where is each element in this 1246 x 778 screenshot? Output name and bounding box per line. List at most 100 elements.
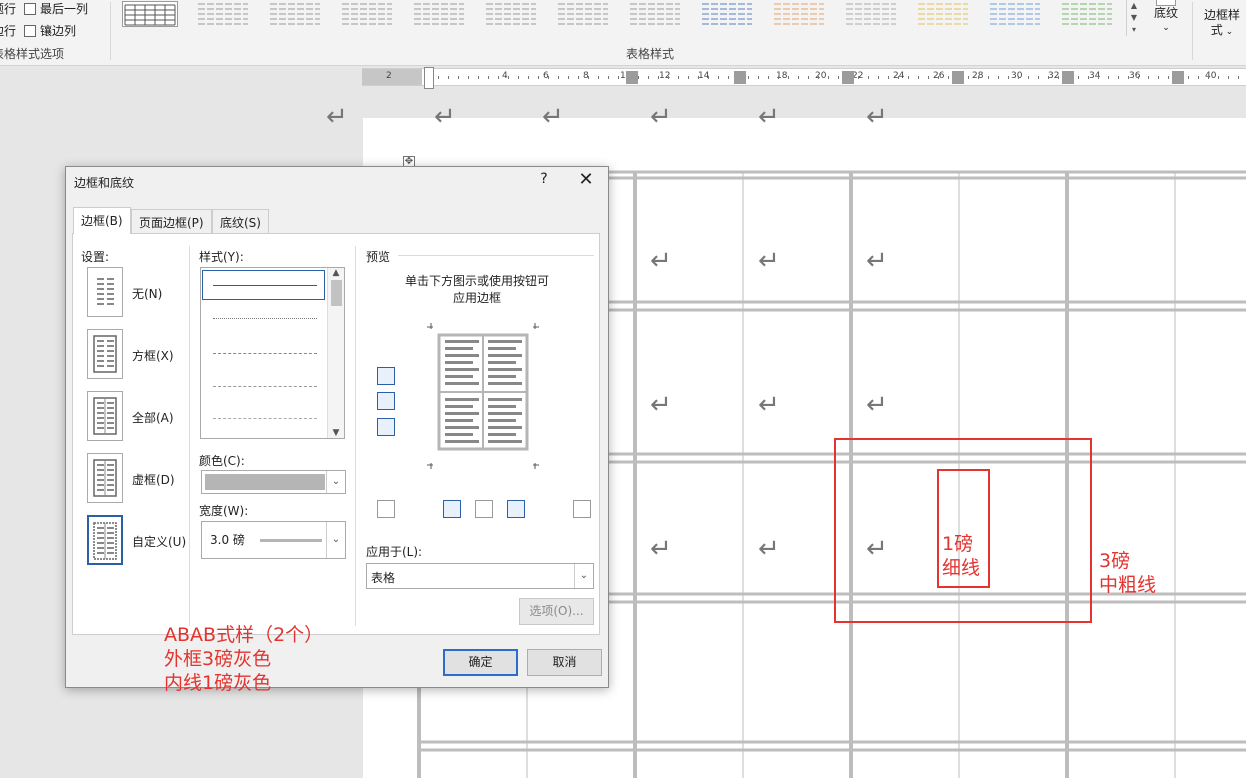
last-column-label: 最后一列 (40, 2, 89, 16)
table-style-swatch[interactable] (484, 1, 540, 27)
ruler-tick (798, 76, 799, 79)
banded-columns-checkbox[interactable] (24, 25, 36, 37)
gallery-more-arrow[interactable]: ▾ (1127, 24, 1141, 36)
scroll-thumb[interactable] (330, 280, 342, 306)
preview-diagram[interactable] (427, 323, 539, 469)
ruler-tick (788, 76, 789, 79)
table-style-swatch[interactable] (628, 1, 684, 27)
ruler-tick (1208, 76, 1209, 79)
last-column-checkbox[interactable] (24, 3, 36, 15)
scroll-up-icon[interactable]: ▲ (328, 268, 344, 278)
setting-grid-label[interactable]: 虚框(D) (132, 471, 175, 488)
table-style-swatch[interactable] (556, 1, 612, 27)
table-style-swatch[interactable] (916, 1, 972, 27)
style-long-dash-item[interactable] (213, 386, 317, 387)
table-style-swatch[interactable] (340, 1, 396, 27)
column-marker[interactable] (842, 71, 854, 84)
top-border-button[interactable] (377, 367, 395, 385)
shading-button[interactable]: 底纹 ⌄ (1146, 0, 1186, 36)
inside-horizontal-border-button[interactable] (377, 392, 395, 410)
diagonal-down-border-button[interactable] (573, 500, 591, 518)
table-style-swatch[interactable] (988, 1, 1044, 27)
ruler-label: 40 (1205, 71, 1217, 81)
paragraph-mark-icon: ↵ (866, 246, 888, 276)
gallery-up-arrow[interactable]: ▲ (1127, 0, 1141, 12)
tab-shading[interactable]: 底纹(S) (212, 209, 269, 233)
setting-box-label[interactable]: 方框(X) (132, 347, 174, 364)
ruler-tick (1228, 76, 1229, 79)
setting-none-label[interactable]: 无(N) (132, 285, 162, 302)
paragraph-mark-icon: ↵ (650, 534, 672, 564)
table-style-swatch[interactable] (700, 1, 756, 27)
style-dash-item[interactable] (213, 353, 317, 354)
style-listbox[interactable]: ▲ ▼ (200, 267, 345, 439)
indent-marker[interactable] (424, 67, 434, 89)
style-dash-dot-item[interactable] (213, 418, 317, 419)
width-select[interactable]: 3.0 磅 ⌄ (201, 521, 346, 559)
gallery-scrollbar[interactable]: ▲ ▼ ▾ (1126, 0, 1140, 36)
ruler-tick (448, 76, 449, 79)
color-select[interactable]: ⌄ (201, 470, 346, 494)
ok-button[interactable]: 确定 (443, 649, 518, 676)
table-style-swatch[interactable] (196, 1, 252, 27)
tab-borders[interactable]: 边框(B) (73, 207, 131, 234)
banded-rows-option[interactable]: 边行 (0, 22, 16, 39)
chevron-down-icon[interactable]: ⌄ (326, 471, 345, 493)
options-button[interactable]: 选项(O)... (519, 598, 594, 625)
setting-all-icon[interactable] (87, 391, 123, 441)
style-scrollbar[interactable]: ▲ ▼ (327, 268, 344, 438)
width-value: 3.0 磅 (210, 533, 245, 547)
setting-grid-icon[interactable] (87, 453, 123, 503)
cancel-button[interactable]: 取消 (527, 649, 602, 676)
tab-panel: 设置: 样式(Y): ▲ ▼ 颜色(C): ⌄ 宽度(W): 3.0 磅 ⌄ 预… (72, 233, 600, 635)
table-style-swatch[interactable] (844, 1, 900, 27)
horizontal-ruler[interactable]: 24681012141820222426283032343640 (362, 67, 1246, 89)
column-marker[interactable] (1172, 71, 1184, 84)
chevron-down-icon[interactable]: ⌄ (326, 522, 345, 558)
setting-custom-label[interactable]: 自定义(U) (132, 533, 186, 550)
setting-none-icon[interactable] (87, 267, 123, 317)
paragraph-mark-icon: ↵ (326, 102, 348, 132)
tab-page-border[interactable]: 页面边框(P) (131, 209, 212, 233)
column-marker[interactable] (626, 71, 638, 84)
table-style-swatch[interactable] (412, 1, 468, 27)
column-marker[interactable] (952, 71, 964, 84)
table-style-swatch[interactable] (1060, 1, 1116, 27)
setting-box-icon[interactable] (87, 329, 123, 379)
ruler-tick (928, 76, 929, 79)
ruler-tick (938, 76, 939, 79)
bottom-border-button[interactable] (377, 418, 395, 436)
scroll-down-icon[interactable]: ▼ (328, 428, 344, 438)
table-style-swatch[interactable] (268, 1, 324, 27)
chevron-down-icon[interactable]: ⌄ (574, 564, 593, 588)
ruler-tick (978, 76, 979, 79)
diagonal-up-border-button[interactable] (377, 500, 395, 518)
paragraph-mark-icon: ↵ (758, 246, 780, 276)
close-button[interactable]: ✕ (574, 169, 598, 190)
style-solid-item[interactable] (213, 285, 317, 286)
ruler-tick (618, 76, 619, 79)
header-row-option[interactable]: 题行 (0, 0, 16, 17)
table-styles-gallery (116, 0, 1142, 36)
chevron-down-icon: ⌄ (1222, 27, 1234, 37)
right-border-button[interactable] (507, 500, 525, 518)
preview-hint-2: 应用边框 (453, 291, 502, 305)
ruler-tick (1168, 76, 1169, 79)
table-style-swatch[interactable] (122, 1, 178, 27)
table-style-swatch[interactable] (772, 1, 828, 27)
column-marker[interactable] (1062, 71, 1074, 84)
setting-all-label[interactable]: 全部(A) (132, 409, 174, 426)
style-dotted-item[interactable] (213, 318, 317, 319)
column-marker[interactable] (734, 71, 746, 84)
last-column-option[interactable]: 最后一列 (24, 0, 88, 17)
help-button[interactable]: ? (534, 171, 554, 187)
left-border-button[interactable] (443, 500, 461, 518)
border-styles-button[interactable]: 边框样 式 ⌄ (1198, 8, 1246, 40)
thin-note-line-1: 1磅 (942, 533, 974, 555)
gallery-down-arrow[interactable]: ▼ (1127, 12, 1141, 24)
paragraph-mark-icon: ↵ (542, 102, 564, 132)
setting-custom-icon[interactable] (87, 515, 123, 565)
inside-vertical-border-button[interactable] (475, 500, 493, 518)
banded-columns-option[interactable]: 镶边列 (24, 22, 76, 39)
apply-to-select[interactable]: 表格 ⌄ (366, 563, 594, 589)
